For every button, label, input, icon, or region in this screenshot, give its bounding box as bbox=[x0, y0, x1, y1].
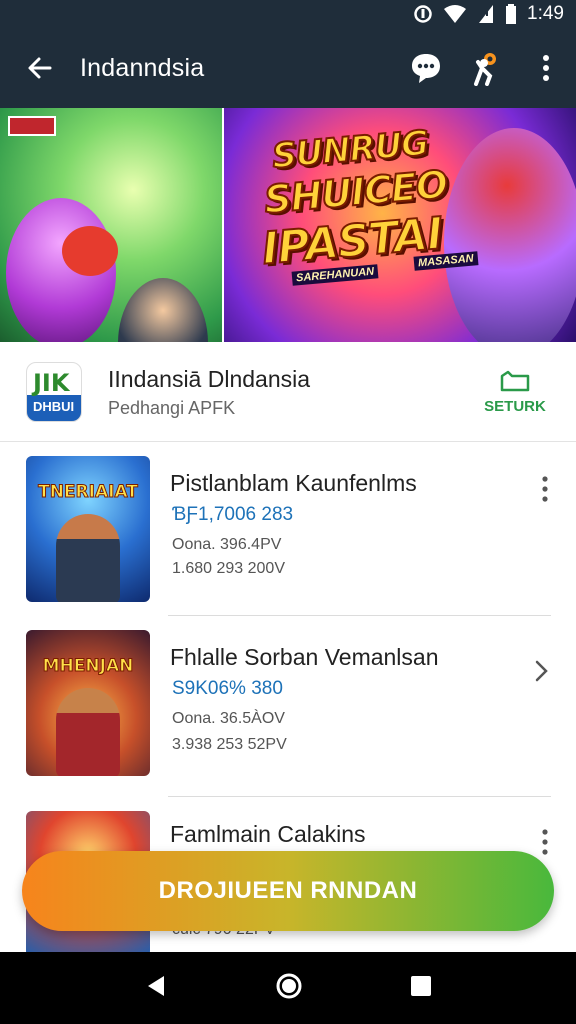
nav-home-button[interactable] bbox=[275, 972, 303, 1005]
more-vertical-icon bbox=[542, 829, 548, 855]
item-title: Pistlanblam Kaunfenlms bbox=[170, 470, 417, 496]
app-logo: JIK DHBUI bbox=[26, 362, 82, 422]
folder-open-icon bbox=[500, 370, 530, 392]
status-time: 1:49 bbox=[527, 3, 564, 24]
character-fox-art bbox=[444, 128, 576, 342]
character-hair-art bbox=[62, 226, 118, 276]
thumbnail-character-art bbox=[56, 514, 120, 602]
list-divider bbox=[168, 615, 551, 616]
back-button[interactable] bbox=[0, 28, 80, 108]
wifi-icon bbox=[444, 5, 467, 23]
app-bar: Indanndsia bbox=[0, 28, 576, 108]
logo-text-bottom: DHBUI bbox=[33, 399, 75, 414]
nav-recents-button[interactable] bbox=[410, 975, 432, 1002]
banner-left-art bbox=[0, 108, 222, 342]
item-more-button[interactable] bbox=[542, 476, 548, 509]
app-name: IIndansiā Dlndansia bbox=[108, 366, 311, 392]
item-price: S9K06% 380 bbox=[172, 678, 283, 699]
item-more-button[interactable] bbox=[542, 829, 548, 862]
item-meta-1: Oona. 36.5ÀOV bbox=[172, 710, 285, 727]
download-cta-button[interactable]: DROJIUEEN RNNDAN bbox=[22, 851, 554, 931]
nav-back-button[interactable] bbox=[144, 974, 168, 1003]
square-recents-icon bbox=[411, 975, 432, 996]
thumbnail-title: TNERIAIAT bbox=[38, 482, 139, 503]
chat-button[interactable] bbox=[396, 28, 456, 108]
item-title: Famlmain Calakins bbox=[170, 821, 366, 847]
system-nav-bar bbox=[0, 952, 576, 1024]
chat-bubble-icon bbox=[412, 54, 440, 83]
app-header: JIK DHBUI IIndansiā Dlndansia Pedhangi A… bbox=[0, 342, 576, 442]
item-open-button[interactable] bbox=[534, 658, 548, 689]
item-thumbnail: MHENJAN bbox=[26, 630, 150, 776]
overflow-menu-button[interactable] bbox=[516, 28, 576, 108]
logo-text-top: JIK bbox=[33, 369, 70, 397]
data-saver-icon bbox=[414, 5, 432, 23]
thumbnail-character-art bbox=[56, 688, 120, 776]
key-person-icon bbox=[474, 53, 496, 86]
more-vertical-icon bbox=[543, 55, 549, 81]
page-title: Indanndsia bbox=[80, 53, 205, 82]
character-hero-art bbox=[118, 278, 208, 342]
setup-label: SETURK bbox=[484, 398, 546, 415]
setup-button[interactable]: SETURK bbox=[480, 370, 550, 415]
list-divider bbox=[168, 796, 551, 797]
item-meta-1: Oona. 396.4PV bbox=[172, 536, 282, 553]
chevron-right-icon bbox=[535, 660, 548, 682]
list-item[interactable]: TNERIAIAT Pistlanblam Kaunfenlms ƁƑ1,700… bbox=[0, 444, 576, 620]
signal-icon bbox=[479, 5, 494, 23]
item-thumbnail: TNERIAIAT bbox=[26, 456, 150, 602]
thumbnail-title: MHENJAN bbox=[42, 656, 134, 677]
triangle-back-icon bbox=[147, 975, 164, 996]
item-meta-2: 1.680 293 200V bbox=[172, 560, 285, 577]
banner-badge bbox=[8, 116, 56, 136]
item-meta-2: 3.938 253 52PV bbox=[172, 736, 287, 753]
item-price: ƁƑ1,7006 283 bbox=[172, 504, 294, 525]
status-bar: 1:49 bbox=[0, 0, 576, 28]
battery-icon bbox=[506, 4, 517, 24]
banner-right-art: SUNRUG SHUICEO IPASTAI SAREHANUAN MASASA… bbox=[224, 108, 576, 342]
profile-button[interactable] bbox=[456, 28, 516, 108]
circle-home-icon bbox=[276, 973, 302, 998]
arrow-left-icon bbox=[28, 57, 52, 79]
more-vertical-icon bbox=[542, 476, 548, 502]
promo-banner[interactable]: SUNRUG SHUICEO IPASTAI SAREHANUAN MASASA… bbox=[0, 108, 576, 342]
list-item[interactable]: MHENJAN Fhlalle Sorban Vemanlsan S9K06% … bbox=[0, 618, 576, 794]
app-subtitle: Pedhangi APFK bbox=[108, 398, 236, 418]
item-title: Fhlalle Sorban Vemanlsan bbox=[170, 644, 439, 670]
